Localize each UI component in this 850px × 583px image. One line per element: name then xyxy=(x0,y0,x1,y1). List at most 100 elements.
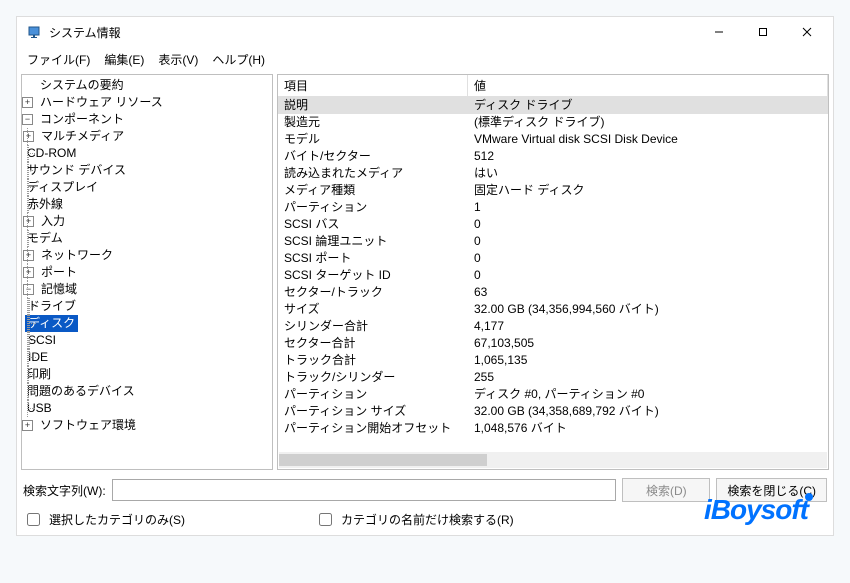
details-row[interactable]: シリンダー合計4,177 xyxy=(278,318,828,335)
details-key: 読み込まれたメディア xyxy=(278,165,468,182)
collapse-icon[interactable]: − xyxy=(23,284,34,295)
expand-icon[interactable]: + xyxy=(22,97,33,108)
selected-category-only-checkbox[interactable] xyxy=(27,513,40,526)
expand-icon[interactable]: + xyxy=(23,131,34,142)
tree-item-printing[interactable]: 印刷 xyxy=(22,366,272,383)
details-key: サイズ xyxy=(278,301,468,318)
expand-icon[interactable]: + xyxy=(23,250,34,261)
details-row[interactable]: SCSI 論理ユニット0 xyxy=(278,233,828,250)
details-row[interactable]: パーティション サイズ32.00 GB (34,358,689,792 バイト) xyxy=(278,403,828,420)
menu-edit[interactable]: 編集(E) xyxy=(98,49,150,70)
search-names-only-checkbox[interactable] xyxy=(319,513,332,526)
tree-item-port[interactable]: +ポート xyxy=(22,264,272,281)
details-row[interactable]: SCSI ターゲット ID0 xyxy=(278,267,828,284)
tree-item-input[interactable]: +入力 xyxy=(22,213,272,230)
details-key: セクター/トラック xyxy=(278,284,468,301)
details-key: パーティション開始オフセット xyxy=(278,420,468,437)
menu-file[interactable]: ファイル(F) xyxy=(21,49,96,70)
details-value: 0 xyxy=(468,233,828,250)
details-value: 63 xyxy=(468,284,828,301)
details-key: 説明 xyxy=(278,97,468,114)
scrollbar-thumb[interactable] xyxy=(279,454,487,466)
close-find-button[interactable]: 検索を閉じる(C) xyxy=(716,478,827,502)
details-key: モデル xyxy=(278,131,468,148)
content-area: システムの要約 +ハードウェア リソース −コンポーネント +マルチメディア C… xyxy=(17,74,833,474)
tree-item-software[interactable]: +ソフトウェア環境 xyxy=(22,417,272,434)
details-pane[interactable]: 項目 値 説明ディスク ドライブ製造元(標準ディスク ドライブ)モデルVMwar… xyxy=(277,74,829,470)
details-value: 32.00 GB (34,356,994,560 バイト) xyxy=(468,301,828,318)
details-key: パーティション xyxy=(278,199,468,216)
details-value: ディスク #0, パーティション #0 xyxy=(468,386,828,403)
close-button[interactable] xyxy=(785,17,829,47)
horizontal-scrollbar[interactable] xyxy=(279,452,827,468)
tree-item-usb[interactable]: USB xyxy=(22,400,272,417)
details-row[interactable]: セクター合計67,103,505 xyxy=(278,335,828,352)
details-row[interactable]: SCSI ポート0 xyxy=(278,250,828,267)
details-key: トラック合計 xyxy=(278,352,468,369)
details-key: メディア種類 xyxy=(278,182,468,199)
details-key: トラック/シリンダー xyxy=(278,369,468,386)
menu-help[interactable]: ヘルプ(H) xyxy=(206,49,271,70)
tree-item-infrared[interactable]: 赤外線 xyxy=(22,196,272,213)
tree-item-sound[interactable]: サウンド デバイス xyxy=(22,162,272,179)
collapse-icon[interactable]: − xyxy=(22,114,33,125)
maximize-button[interactable] xyxy=(741,17,785,47)
details-row[interactable]: 製造元(標準ディスク ドライブ) xyxy=(278,114,828,131)
search-input[interactable] xyxy=(112,479,617,501)
details-value: 0 xyxy=(468,216,828,233)
details-value: 1,065,135 xyxy=(468,352,828,369)
details-value: ディスク ドライブ xyxy=(468,97,828,114)
expand-icon[interactable]: + xyxy=(22,420,33,431)
tree-item-hardware[interactable]: +ハードウェア リソース xyxy=(22,94,272,111)
category-tree[interactable]: システムの要約 +ハードウェア リソース −コンポーネント +マルチメディア C… xyxy=(21,74,273,470)
details-value: 67,103,505 xyxy=(468,335,828,352)
details-row[interactable]: メディア種類固定ハード ディスク xyxy=(278,182,828,199)
details-value: 0 xyxy=(468,267,828,284)
details-row[interactable]: 説明ディスク ドライブ xyxy=(278,97,828,114)
details-row[interactable]: パーティション1 xyxy=(278,199,828,216)
minimize-button[interactable] xyxy=(697,17,741,47)
details-row[interactable]: パーティションディスク #0, パーティション #0 xyxy=(278,386,828,403)
details-value: 255 xyxy=(468,369,828,386)
search-label: 検索文字列(W): xyxy=(23,482,106,499)
details-key: SCSI ターゲット ID xyxy=(278,267,468,284)
column-header-value[interactable]: 値 xyxy=(468,75,828,96)
details-row[interactable]: バイト/セクター512 xyxy=(278,148,828,165)
details-row[interactable]: サイズ32.00 GB (34,356,994,560 バイト) xyxy=(278,301,828,318)
details-body: 説明ディスク ドライブ製造元(標準ディスク ドライブ)モデルVMware Vir… xyxy=(278,97,828,437)
tree-item-storage[interactable]: −記憶域 xyxy=(22,281,272,298)
tree-item-disks[interactable]: ディスク xyxy=(22,315,272,332)
details-key: SCSI 論理ユニット xyxy=(278,233,468,250)
tree-item-ide[interactable]: IDE xyxy=(22,349,272,366)
tree-item-multimedia[interactable]: +マルチメディア xyxy=(22,128,272,145)
find-button[interactable]: 検索(D) xyxy=(622,478,710,502)
tree-item-cdrom[interactable]: CD-ROM xyxy=(22,145,272,162)
tree-item-display[interactable]: ディスプレイ xyxy=(22,179,272,196)
selected-category-only-label[interactable]: 選択したカテゴリのみ(S) xyxy=(23,510,185,529)
details-value: VMware Virtual disk SCSI Disk Device xyxy=(468,131,828,148)
search-names-only-label[interactable]: カテゴリの名前だけ検索する(R) xyxy=(315,510,514,529)
expand-icon[interactable]: + xyxy=(23,267,34,278)
app-icon xyxy=(27,24,43,40)
details-value: 0 xyxy=(468,250,828,267)
details-row[interactable]: トラック/シリンダー255 xyxy=(278,369,828,386)
tree-item-network[interactable]: +ネットワーク xyxy=(22,247,272,264)
column-header-item[interactable]: 項目 xyxy=(278,75,468,96)
details-value: 4,177 xyxy=(468,318,828,335)
expand-icon[interactable]: + xyxy=(23,216,34,227)
tree-item-modem[interactable]: モデム xyxy=(22,230,272,247)
tree-item-drives[interactable]: ドライブ xyxy=(22,298,272,315)
details-value: 512 xyxy=(468,148,828,165)
tree-item-system-summary[interactable]: システムの要約 xyxy=(22,77,272,94)
details-row[interactable]: パーティション開始オフセット1,048,576 バイト xyxy=(278,420,828,437)
details-row[interactable]: セクター/トラック63 xyxy=(278,284,828,301)
details-row[interactable]: トラック合計1,065,135 xyxy=(278,352,828,369)
tree-item-components[interactable]: −コンポーネント xyxy=(22,111,272,128)
tree-item-scsi[interactable]: SCSI xyxy=(22,332,272,349)
details-row[interactable]: SCSI バス0 xyxy=(278,216,828,233)
tree-item-problem[interactable]: 問題のあるデバイス xyxy=(22,383,272,400)
menubar: ファイル(F) 編集(E) 表示(V) ヘルプ(H) xyxy=(17,47,833,74)
menu-view[interactable]: 表示(V) xyxy=(152,49,204,70)
details-row[interactable]: 読み込まれたメディアはい xyxy=(278,165,828,182)
details-row[interactable]: モデルVMware Virtual disk SCSI Disk Device xyxy=(278,131,828,148)
